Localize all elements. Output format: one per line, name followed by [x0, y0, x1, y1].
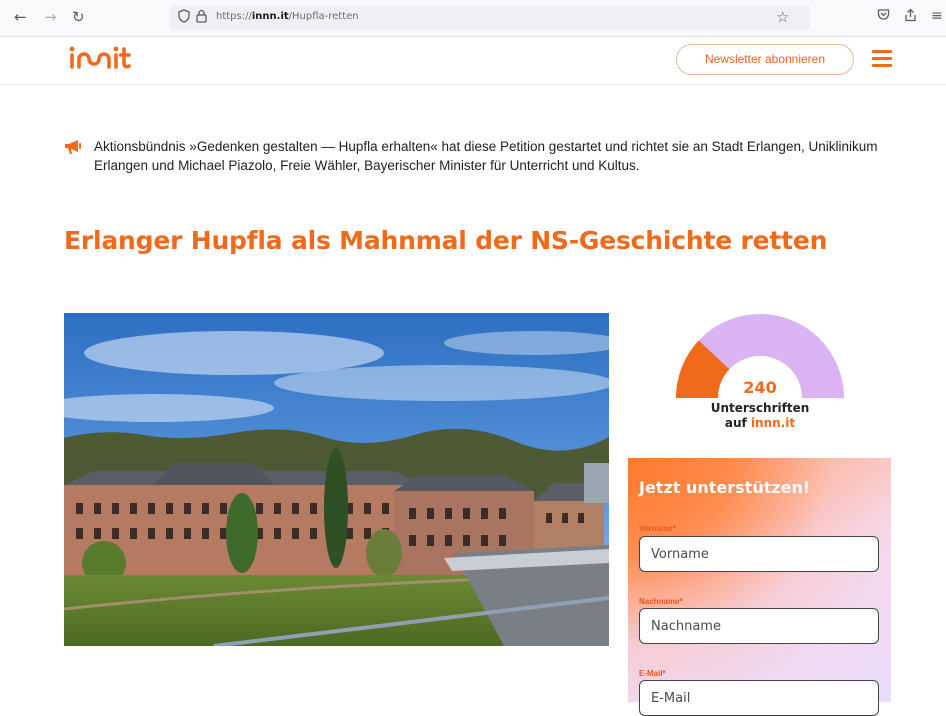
url-scheme: https://: [216, 11, 252, 22]
email-input[interactable]: [639, 680, 879, 716]
browser-toolbar: ← → ↻ https://innn.it/Hupfla-retten ☆ ≡: [0, 0, 946, 37]
app-menu-icon[interactable]: ≡: [931, 8, 943, 24]
signature-count: 240: [743, 378, 777, 397]
first-name-input[interactable]: [639, 536, 879, 572]
last-name-input[interactable]: [639, 608, 879, 644]
site-logo[interactable]: [68, 45, 144, 77]
url-domain: innn.it: [251, 11, 289, 22]
petition-starter-text: Aktionsbündnis »Gedenken gestalten — Hup…: [94, 139, 878, 173]
back-icon[interactable]: ←: [14, 8, 27, 26]
url-path: /Hupfla-retten: [288, 11, 359, 22]
newsletter-button[interactable]: Newsletter abonnieren: [676, 44, 854, 75]
bookmark-star-icon[interactable]: ☆: [776, 8, 789, 26]
hamburger-menu-icon[interactable]: [872, 50, 892, 68]
url-text[interactable]: https://innn.it/Hupfla-retten: [216, 11, 359, 22]
signature-label-line1: Unterschriften: [710, 401, 810, 415]
form-title: Jetzt unterstützen!: [639, 478, 811, 497]
petition-title: Erlanger Hupfla als Mahnmal der NS-Gesch…: [64, 226, 828, 255]
lock-icon[interactable]: [196, 9, 207, 27]
share-icon[interactable]: [904, 8, 917, 26]
shield-icon[interactable]: [178, 9, 190, 27]
signature-label: Unterschriften auf innn.it: [676, 401, 844, 431]
forward-icon[interactable]: →: [44, 8, 57, 26]
email-label: E-Mail*: [639, 669, 666, 678]
first-name-label: Vorname*: [639, 524, 676, 533]
petition-hero-image: [64, 313, 609, 646]
support-form: Jetzt unterstützen! Vorname* Nachname* E…: [628, 458, 891, 716]
reload-icon[interactable]: ↻: [72, 8, 85, 26]
site-header: Newsletter abonnieren: [0, 37, 946, 85]
megaphone-icon: [64, 139, 82, 155]
signature-label-line2: auf innn.it: [676, 416, 844, 431]
signature-label-brand[interactable]: innn.it: [751, 416, 795, 430]
pocket-icon[interactable]: [877, 8, 890, 25]
url-bar[interactable]: https://innn.it/Hupfla-retten ☆: [170, 5, 810, 30]
last-name-label: Nachname*: [639, 597, 683, 606]
signature-label-prefix: auf: [724, 416, 751, 430]
